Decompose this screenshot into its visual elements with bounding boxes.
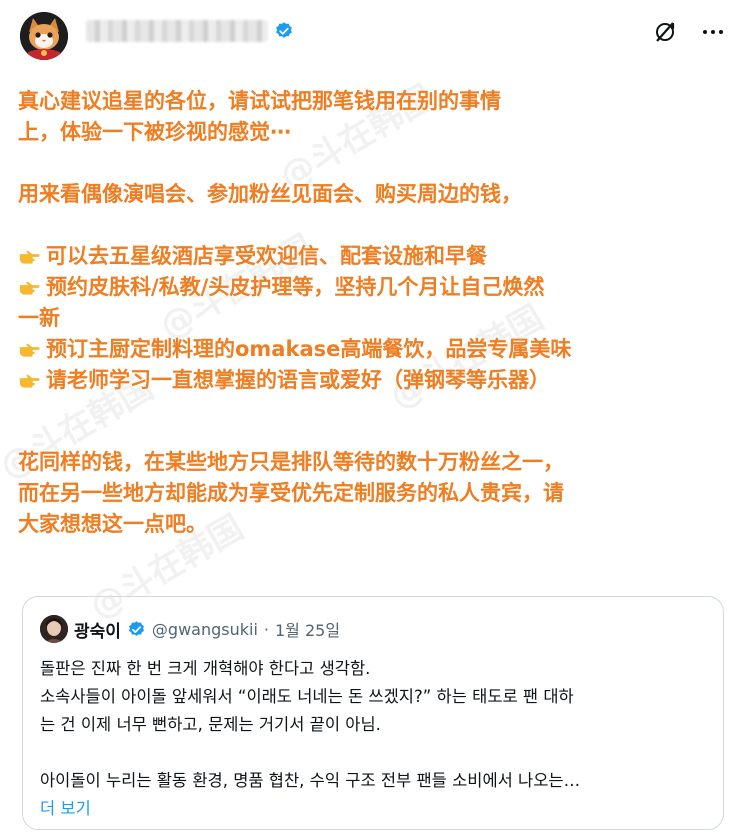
post-line: 大家想想这一点吧。 [18,512,207,536]
quoted-text-line: 돌판은 진짜 한 번 크게 개혁해야 한다고 생각함. [40,659,371,678]
post-list-text: 预订主厨定制料理的omakase高端餐饮，品尝专属美味 [46,337,572,361]
more-dots-icon[interactable] [701,20,725,44]
quoted-text-line: 소속사들이 아이돌 앞세워서 “이래도 너네는 돈 쓰겠지?” 하는 태도로 팬… [40,687,574,706]
backhand-index-pointing-right-icon [19,281,40,295]
quoted-handle: @gwangsukii [151,619,258,639]
post-list-text: 请老师学习一直想掌握的语言或爱好（弹钢琴等乐器） [46,368,550,392]
quoted-tweet[interactable]: 광숙이 @gwangsukii · 1월 25일 돌판은 진짜 한 번 크게 개… [22,596,724,830]
author-name[interactable] [86,20,294,42]
quoted-tweet-header: 광숙이 @gwangsukii · 1월 25일 [40,615,340,643]
avatar[interactable] [20,12,68,60]
meta-separator: · [263,619,269,639]
post-line: 上，体验一下被珍视的感觉⋯ [18,120,291,144]
quoted-date[interactable]: 1월 25일 [275,617,340,641]
post-line: 一新 [18,306,60,330]
post-text: 真心建议追星的各位，请试试把那笔钱用在别的事情 上，体验一下被珍视的感觉⋯ 用来… [18,86,733,540]
post-list-text: 可以去五星级酒店享受欢迎信、配套设施和早餐 [46,244,487,268]
quoted-tweet-body: 돌판은 진짜 한 번 크게 개혁해야 한다고 생각함. 소속사들이 아이돌 앞세… [40,655,709,823]
post-line: 真心建议追星的各位，请试试把那笔钱用在别的事情 [18,89,501,113]
post-list-item: 预约皮肤科/私教/头皮护理等，坚持几个月让自己焕然 [18,272,733,303]
backhand-index-pointing-right-icon [19,374,40,388]
post-line: 而在另一些地方却能成为享受优先定制服务的私人贵宾，请 [18,481,564,505]
show-more-link[interactable]: 더 보기 [40,795,709,823]
verified-badge-icon [128,620,144,636]
quoted-text-line: 는 건 이제 너무 뻔하고, 문제는 거기서 끝이 아님. [40,715,381,734]
backhand-index-pointing-right-icon [19,343,40,357]
quoted-text-line: 아이돌이 누리는 활동 환경, 명품 협찬, 수익 구조 전부 팬들 소비에서 … [40,771,581,790]
post-list-item: 请老师学习一直想掌握的语言或爱好（弹钢琴等乐器） [18,365,733,396]
backhand-index-pointing-right-icon [19,250,40,264]
post-list-item: 可以去五星级酒店享受欢迎信、配套设施和早餐 [18,241,733,272]
verified-badge-icon [276,22,292,38]
quoted-avatar[interactable] [40,615,68,643]
grok-icon[interactable] [653,20,677,44]
blurred-display-name [86,20,268,42]
post-line: 用来看偶像演唱会、参加粉丝见面会、购买周边的钱， [18,182,522,206]
post-list-item: 预订主厨定制料理的omakase高端餐饮，品尝专属美味 [18,334,733,365]
post-list-text: 预约皮肤科/私教/头皮护理等，坚持几个月让自己焕然 [46,275,545,299]
post-line: 花同样的钱，在某些地方只是排队等待的数十万粉丝之一， [18,450,564,474]
quoted-author-name[interactable]: 광숙이 [74,617,121,642]
